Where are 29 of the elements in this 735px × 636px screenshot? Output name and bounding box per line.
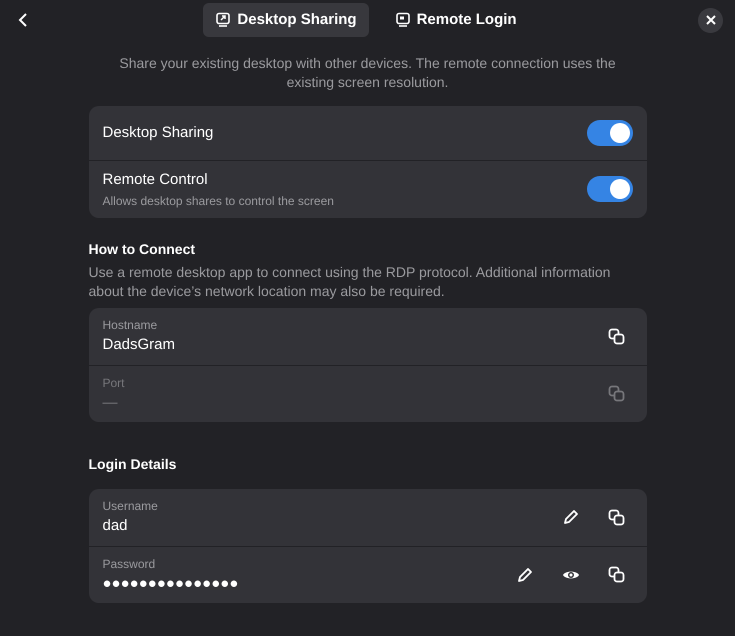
- pencil-icon: [562, 509, 578, 526]
- description-text: Share your existing desktop with other devices. The remote connection uses the existing screen resolution.: [118, 54, 617, 92]
- pencil-icon: [516, 566, 532, 583]
- close-icon: [706, 15, 716, 25]
- field-label: Password: [102, 556, 156, 572]
- toggle-switch[interactable]: [586, 176, 632, 202]
- field-value: ●●●●●●●●●●●●●●●: [102, 574, 240, 594]
- copy-icon: [608, 385, 625, 402]
- tab[interactable]: Remote Login: [382, 2, 529, 38]
- field-label: Hostname: [102, 317, 158, 334]
- tab[interactable]: Desktop Sharing: [203, 2, 369, 38]
- copy-icon: [608, 566, 625, 584]
- field-value: DadsGram: [102, 335, 176, 355]
- section-heading: How to Connect: [88, 240, 196, 258]
- field-label: Username: [102, 498, 159, 515]
- toggle-switch[interactable]: [586, 120, 632, 146]
- copy-icon: [608, 328, 625, 345]
- section-description: Use a remote desktop app to connect using the RDP protocol. Additional information about the device’s network location may also be required.: [88, 263, 612, 301]
- monitor-icon: [394, 12, 411, 28]
- field-label: Port: [102, 374, 126, 392]
- close-button[interactable]: [698, 8, 723, 32]
- section-heading: Login Details: [88, 455, 178, 474]
- field-value: —: [102, 392, 118, 412]
- switch-label: Remote Control: [102, 170, 209, 190]
- field-value: dad: [102, 516, 129, 536]
- screen-share-icon: [215, 12, 232, 28]
- switch-label: Desktop Sharing: [102, 122, 214, 143]
- copy-icon: [608, 508, 625, 526]
- switch-description: Allows desktop shares to control the screen: [102, 192, 335, 210]
